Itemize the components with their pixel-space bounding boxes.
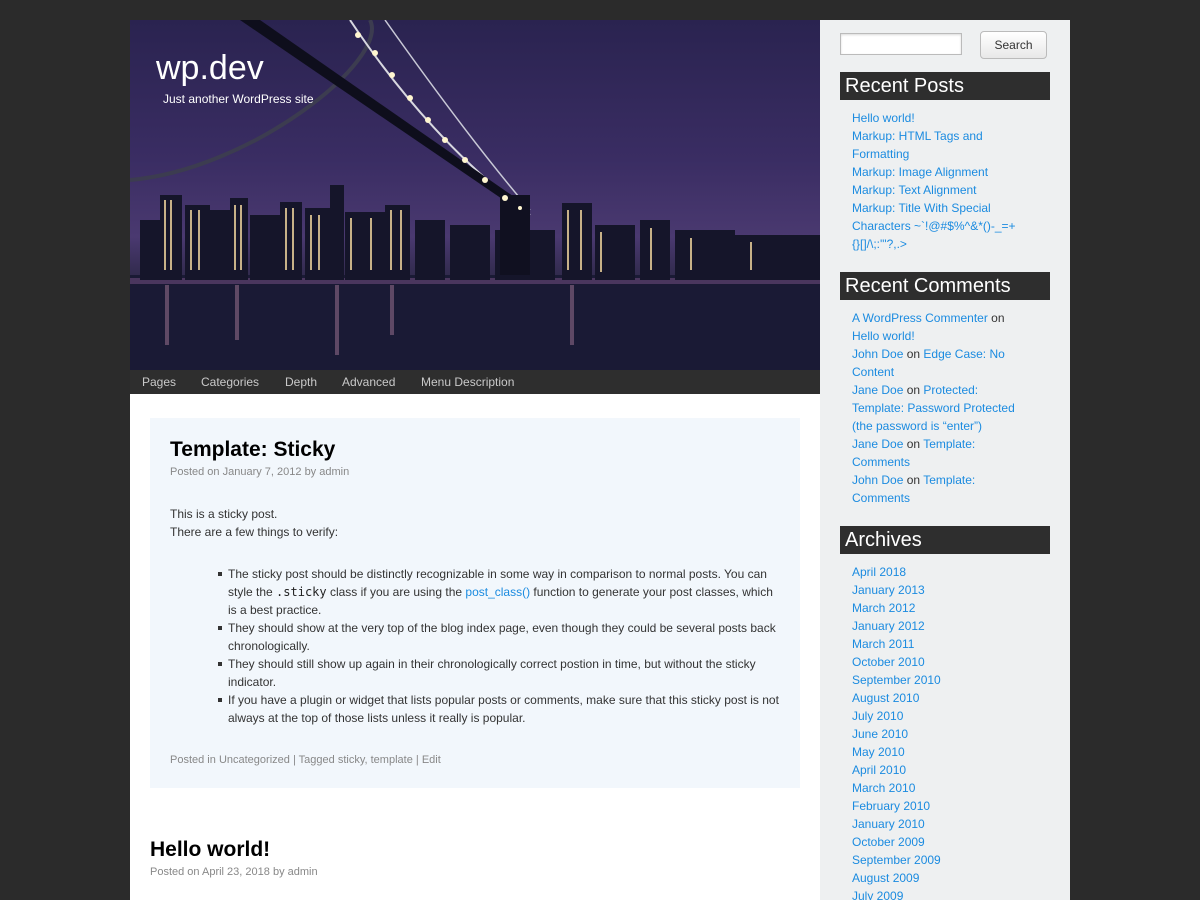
search-input[interactable]: [840, 33, 962, 55]
site-title[interactable]: wp.dev: [156, 49, 264, 88]
tag-link-template[interactable]: template: [371, 754, 413, 766]
comment-author-link[interactable]: Jane Doe: [852, 383, 903, 397]
archive-link[interactable]: January 2012: [852, 619, 925, 633]
archive-link[interactable]: August 2009: [852, 871, 919, 885]
meta-by: by: [304, 466, 317, 478]
post-title[interactable]: Hello world!: [150, 838, 270, 862]
comment-on: on: [906, 383, 921, 397]
comment-author-link[interactable]: Jane Doe: [852, 437, 903, 451]
list-item: They should still show up again in their…: [218, 655, 783, 691]
list-item: If you have a plugin or widget that list…: [218, 691, 783, 727]
comment-post-link[interactable]: Hello world!: [852, 329, 915, 343]
comment-item: John Doe on Template: Comments: [852, 471, 1032, 507]
recent-post-link[interactable]: Markup: Title With Special: [852, 201, 991, 215]
post-title[interactable]: Template: Sticky: [170, 438, 335, 462]
code-sticky: .sticky: [276, 585, 327, 599]
post-content: This is a sticky post. There are a few t…: [170, 505, 780, 541]
archive-link[interactable]: March 2011: [852, 637, 914, 651]
recent-posts-list: Hello world! Markup: HTML Tags and Forma…: [852, 109, 1032, 253]
archives-list: April 2018 January 2013 March 2012 Janua…: [852, 563, 1032, 900]
category-link[interactable]: Uncategorized: [219, 754, 290, 766]
meta-by: by: [272, 866, 285, 878]
comment-author-link[interactable]: A WordPress Commenter: [852, 311, 988, 325]
meta-prefix: Posted on: [170, 466, 220, 478]
tag-link-sticky[interactable]: sticky: [338, 754, 365, 766]
comment-on: on: [906, 347, 921, 361]
post-author-link[interactable]: admin: [319, 466, 349, 478]
list-item: They should show at the very top of the …: [218, 619, 783, 655]
recent-post-link[interactable]: Markup: HTML Tags and: [852, 129, 983, 143]
tagged-label: Tagged: [298, 754, 335, 766]
archive-link[interactable]: January 2013: [852, 583, 925, 597]
search-button[interactable]: Search: [980, 31, 1047, 59]
post-paragraph: This is a sticky post.: [170, 507, 278, 521]
comment-item: John Doe on Edge Case: No Content: [852, 345, 1032, 381]
nav-item-pages[interactable]: Pages: [142, 375, 176, 389]
recent-post-link[interactable]: {}[]/\;:'"?,.>: [852, 237, 907, 251]
recent-posts-title: Recent Posts: [840, 72, 1050, 100]
recent-post-link[interactable]: Markup: Image Alignment: [852, 165, 988, 179]
recent-post-link[interactable]: Markup: Text Alignment: [852, 183, 977, 197]
comment-item: Jane Doe on Template: Comments: [852, 435, 1032, 471]
comment-on: on: [906, 473, 921, 487]
sidebar: Search Recent Posts Hello world! Markup:…: [820, 20, 1070, 900]
post-paragraph: There are a few things to verify:: [170, 525, 339, 539]
post-date-link[interactable]: April 23, 2018: [202, 866, 270, 878]
post-author-link[interactable]: admin: [288, 866, 318, 878]
nav-item-menu-description[interactable]: Menu Description: [421, 375, 514, 389]
archive-link[interactable]: July 2009: [852, 889, 903, 900]
recent-comments-title: Recent Comments: [840, 272, 1050, 300]
page-wrapper: wp.dev Just another WordPress site Pages…: [130, 20, 1070, 900]
nav-item-categories[interactable]: Categories: [201, 375, 259, 389]
meta-prefix: Posted on: [150, 866, 200, 878]
post-footer-meta: Posted in Uncategorized | Tagged sticky,…: [170, 754, 441, 766]
comment-author-link[interactable]: John Doe: [852, 347, 903, 361]
separator: |: [292, 754, 296, 766]
archives-title: Archives: [840, 526, 1050, 554]
nav-item-depth[interactable]: Depth: [285, 375, 317, 389]
nav-item-advanced[interactable]: Advanced: [342, 375, 395, 389]
archive-link[interactable]: July 2010: [852, 709, 903, 723]
archive-link[interactable]: March 2010: [852, 781, 915, 795]
post-class-link[interactable]: post_class(): [465, 585, 530, 599]
archive-link[interactable]: January 2010: [852, 817, 925, 831]
list-item: The sticky post should be distinctly rec…: [218, 565, 783, 619]
edit-link[interactable]: Edit: [422, 754, 441, 766]
post-meta: Posted on April 23, 2018 by admin: [150, 866, 318, 878]
comment-author-link[interactable]: John Doe: [852, 473, 903, 487]
post-bullet-list: The sticky post should be distinctly rec…: [218, 565, 783, 727]
comment-item: A WordPress Commenter on Hello world!: [852, 309, 1032, 345]
header-banner: wp.dev Just another WordPress site: [130, 20, 820, 370]
comment-on: on: [906, 437, 921, 451]
list-item-text: class if you are using the: [329, 585, 463, 599]
archive-link[interactable]: September 2009: [852, 853, 941, 867]
archive-link[interactable]: February 2010: [852, 799, 930, 813]
archive-link[interactable]: October 2009: [852, 835, 925, 849]
recent-post-link[interactable]: Characters ~`!@#$%^&*()-_=+: [852, 219, 1016, 233]
archive-link[interactable]: October 2010: [852, 655, 925, 669]
comma: ,: [364, 754, 368, 766]
recent-post-link[interactable]: Hello world!: [852, 111, 915, 125]
post-date-link[interactable]: January 7, 2012: [223, 466, 302, 478]
recent-post-link[interactable]: Formatting: [852, 147, 909, 161]
archive-link[interactable]: April 2010: [852, 763, 906, 777]
post-meta: Posted on January 7, 2012 by admin: [170, 466, 349, 478]
archive-link[interactable]: August 2010: [852, 691, 919, 705]
archive-link[interactable]: June 2010: [852, 727, 908, 741]
separator: |: [415, 754, 419, 766]
posted-in-label: Posted in: [170, 754, 216, 766]
comment-item: Jane Doe on Protected: Template: Passwor…: [852, 381, 1032, 435]
sticky-post: Template: Sticky Posted on January 7, 20…: [150, 418, 800, 788]
main-column: wp.dev Just another WordPress site Pages…: [130, 20, 820, 900]
archive-link[interactable]: May 2010: [852, 745, 905, 759]
recent-comments-list: A WordPress Commenter on Hello world! Jo…: [852, 309, 1032, 507]
site-description: Just another WordPress site: [163, 92, 314, 106]
archive-link[interactable]: March 2012: [852, 601, 915, 615]
comment-on: on: [991, 311, 1005, 325]
main-navigation: Pages Categories Depth Advanced Menu Des…: [130, 370, 820, 394]
archive-link[interactable]: April 2018: [852, 565, 906, 579]
archive-link[interactable]: September 2010: [852, 673, 941, 687]
